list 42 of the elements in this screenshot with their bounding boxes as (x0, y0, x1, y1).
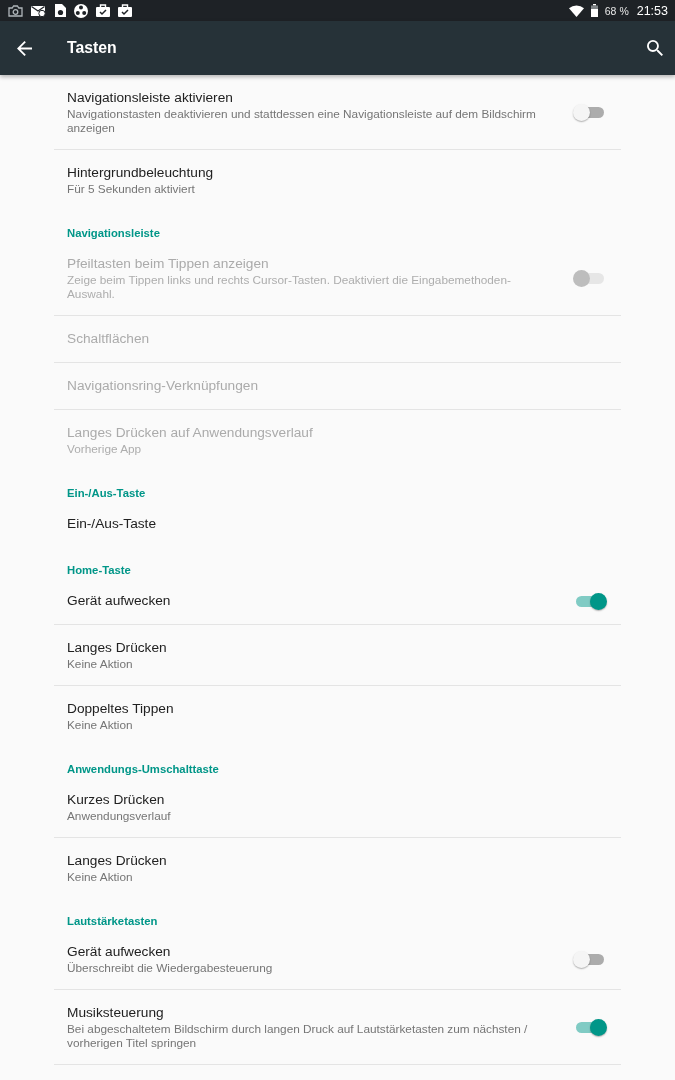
setting-summary: Keine Aktion (67, 870, 133, 884)
section-header: Navigationsleiste (67, 226, 160, 240)
setting-summary: Keine Aktion (67, 657, 133, 671)
screen-title: Tasten (67, 39, 118, 57)
setting-summary: Navigationstasten deaktivieren und stattdessen eine Navigationsleiste auf dem Bildschirm anzeigen (67, 107, 537, 135)
camera-icon (8, 4, 23, 17)
reel-icon (74, 3, 88, 18)
setting-summary: Zeige beim Tippen links und rechts Cursor-Tasten. Deaktiviert die Eingabemethoden-Auswahl. (67, 273, 512, 301)
setting-title[interactable]: Gerät aufwecken (67, 592, 171, 610)
setting-title[interactable]: Langes Drücken (67, 639, 167, 657)
section-header: Ein-/Aus-Taste (67, 486, 146, 500)
clock-time: 21:53 (636, 3, 668, 18)
setting-title[interactable]: Navigationsleiste aktivieren (67, 89, 233, 107)
setting-title: Navigationsring-Verknüpfungen (67, 377, 258, 395)
setting-title[interactable]: Musiksteuerung (67, 1004, 164, 1022)
setting-title: Langes Drücken auf Anwendungsverlauf (67, 424, 313, 442)
setting-summary: Überschreibt die Wiedergabesteuerung (67, 961, 273, 975)
battery-percent: 68 % (604, 4, 629, 17)
setting-summary: Anwendungsverlauf (67, 809, 171, 823)
envelope-icon (31, 4, 46, 17)
section-header: Lautstärketasten (67, 914, 158, 928)
setting-title: Pfeiltasten beim Tippen anzeigen (67, 255, 269, 273)
setting-summary: Bei abgeschaltetem Bildschirm durch langen Druck auf Lautstärketasten zum nächsten / vorherigen Titel springen (67, 1022, 529, 1050)
document-icon (54, 4, 66, 17)
back-arrow-icon (16, 40, 32, 56)
setting-title[interactable]: Kurzes Drücken (67, 791, 165, 809)
setting-summary: Vorherige App (67, 442, 142, 456)
battery-icon (590, 4, 598, 17)
section-header: Anwendungs-Umschalttaste (67, 762, 219, 776)
setting-title[interactable]: Ein-/Aus-Taste (67, 515, 156, 533)
briefcase-check-icon (118, 4, 132, 17)
search-icon (647, 40, 663, 56)
setting-title: Schaltflächen (67, 330, 150, 348)
wifi-icon (568, 4, 584, 17)
section-header: Home-Taste (67, 563, 131, 577)
setting-summary: Für 5 Sekunden aktiviert (67, 182, 195, 196)
setting-title[interactable]: Hintergrundbeleuchtung (67, 164, 214, 182)
setting-title[interactable]: Doppeltes Tippen (67, 700, 174, 718)
setting-summary: Keine Aktion (67, 718, 133, 732)
setting-title[interactable]: Langes Drücken (67, 852, 167, 870)
briefcase-check-icon (96, 4, 110, 17)
setting-title[interactable]: Gerät aufwecken (67, 943, 171, 961)
